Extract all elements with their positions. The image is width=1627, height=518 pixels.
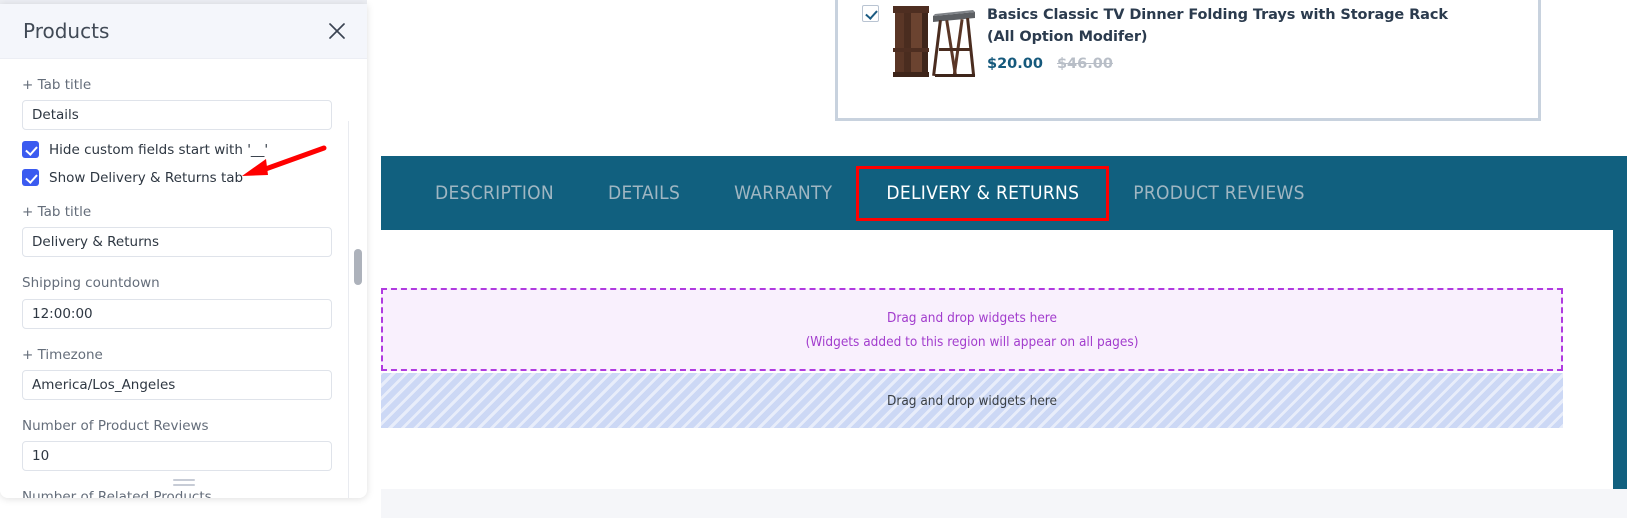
local-dropzone-line1: Drag and drop widgets here bbox=[887, 392, 1057, 409]
panel-header: Products bbox=[0, 4, 367, 59]
checkbox-show-delivery-returns-tab[interactable] bbox=[22, 169, 39, 187]
product-title: Basics Classic TV Dinner Folding Trays w… bbox=[987, 7, 1448, 46]
product-thumbnail bbox=[889, 4, 977, 82]
product-tabs: DESCRIPTION DETAILS WARRANTY DELIVERY & … bbox=[408, 156, 1332, 230]
close-icon[interactable] bbox=[326, 20, 348, 42]
global-dropzone-line2: (Widgets added to this region will appea… bbox=[805, 333, 1139, 350]
input-tab-title-delivery-returns[interactable] bbox=[22, 227, 332, 258]
tab-product-reviews[interactable]: PRODUCT REVIEWS bbox=[1106, 156, 1332, 230]
global-dropzone-line1: Drag and drop widgets here bbox=[887, 309, 1057, 326]
checkbox-label-hide-custom-fields: Hide custom fields start with '__' bbox=[49, 141, 269, 158]
label-number-of-related-products: Number of Related Products bbox=[22, 488, 212, 498]
product-info: Basics Classic TV Dinner Folding Trays w… bbox=[987, 4, 1457, 72]
label-number-of-product-reviews: Number of Product Reviews bbox=[22, 417, 209, 434]
tab-delivery-and-returns[interactable]: DELIVERY & RETURNS bbox=[856, 165, 1110, 221]
input-shipping-countdown[interactable] bbox=[22, 298, 332, 329]
tab-warranty[interactable]: WARRANTY bbox=[707, 156, 859, 230]
tab-details[interactable]: DETAILS bbox=[581, 156, 707, 230]
label-timezone: + Timezone bbox=[22, 346, 103, 363]
panel-scroll-divider bbox=[348, 121, 349, 498]
products-settings-panel: Products + Tab title Hide custom fields … bbox=[0, 4, 367, 498]
product-tabs-bar: DESCRIPTION DETAILS WARRANTY DELIVERY & … bbox=[381, 156, 1627, 230]
tab-description[interactable]: DESCRIPTION bbox=[408, 156, 581, 230]
tab-content-panel: Drag and drop widgets here (Widgets adde… bbox=[381, 230, 1613, 489]
product-prices: $20.00 $46.00 bbox=[987, 56, 1457, 72]
checkbox-row-hide-custom-fields[interactable]: Hide custom fields start with '__' bbox=[22, 141, 345, 159]
label-tab-title-delivery-returns: + Tab title bbox=[22, 204, 92, 221]
label-tab-title-details: + Tab title bbox=[22, 77, 92, 93]
product-price-original: $46.00 bbox=[1056, 55, 1113, 72]
product-card: Basics Classic TV Dinner Folding Trays w… bbox=[835, 0, 1541, 121]
panel-resize-handle[interactable] bbox=[172, 479, 195, 486]
product-select-checkbox[interactable] bbox=[862, 5, 879, 22]
product-price: $20.00 bbox=[987, 55, 1043, 72]
input-tab-title-details[interactable] bbox=[22, 100, 332, 131]
label-shipping-countdown: Shipping countdown bbox=[22, 275, 160, 292]
checkbox-label-show-delivery-returns-tab: Show Delivery & Returns tab bbox=[49, 169, 244, 186]
product-row[interactable]: Basics Classic TV Dinner Folding Trays w… bbox=[862, 4, 1457, 82]
page-title: Products bbox=[23, 19, 110, 43]
panel-scrollbar[interactable] bbox=[354, 122, 362, 498]
local-widget-dropzone[interactable]: Drag and drop widgets here bbox=[381, 373, 1563, 428]
panel-body[interactable]: + Tab title Hide custom fields start wit… bbox=[0, 59, 367, 498]
input-timezone[interactable] bbox=[22, 369, 332, 400]
checkbox-hide-custom-fields[interactable] bbox=[22, 141, 39, 159]
app-root: Basics Classic TV Dinner Folding Trays w… bbox=[0, 0, 1627, 518]
global-widget-dropzone[interactable]: Drag and drop widgets here (Widgets adde… bbox=[381, 288, 1563, 371]
checkbox-row-show-delivery-returns-tab[interactable]: Show Delivery & Returns tab bbox=[22, 169, 345, 187]
input-number-of-product-reviews[interactable] bbox=[22, 440, 332, 471]
page-bottom-gutter bbox=[381, 489, 1627, 518]
panel-scrollbar-thumb[interactable] bbox=[354, 249, 362, 285]
page-right-gutter bbox=[1613, 230, 1627, 489]
